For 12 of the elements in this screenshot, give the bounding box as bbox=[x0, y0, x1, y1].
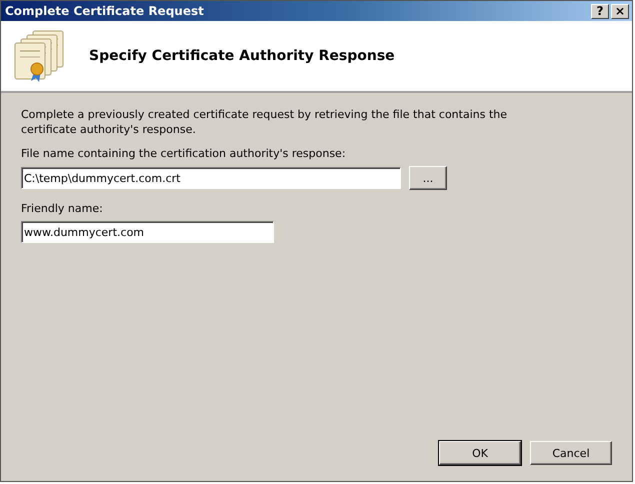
browse-button[interactable]: ... bbox=[409, 166, 447, 190]
field-label: File name containing the certification authority's response: bbox=[21, 147, 347, 160]
field-label: Friendly name: bbox=[21, 202, 104, 215]
ok-button[interactable]: OK bbox=[439, 441, 521, 465]
file-name-field[interactable]: C:\temp\dummycert.com.crt bbox=[21, 167, 401, 189]
cancel-button[interactable]: Cancel bbox=[530, 441, 612, 465]
page-title: Specify Certificate Authority Response bbox=[89, 48, 395, 64]
window-title: Complete Certificate Request bbox=[5, 4, 204, 18]
description-text: Complete a previously created certificate request by retrieving the file that contains the certificate authority's response. bbox=[21, 107, 508, 137]
friendly-name-field[interactable]: www.dummycert.com bbox=[21, 221, 274, 243]
help-button[interactable]: ? bbox=[591, 4, 609, 18]
close-button[interactable]: × bbox=[611, 4, 629, 18]
